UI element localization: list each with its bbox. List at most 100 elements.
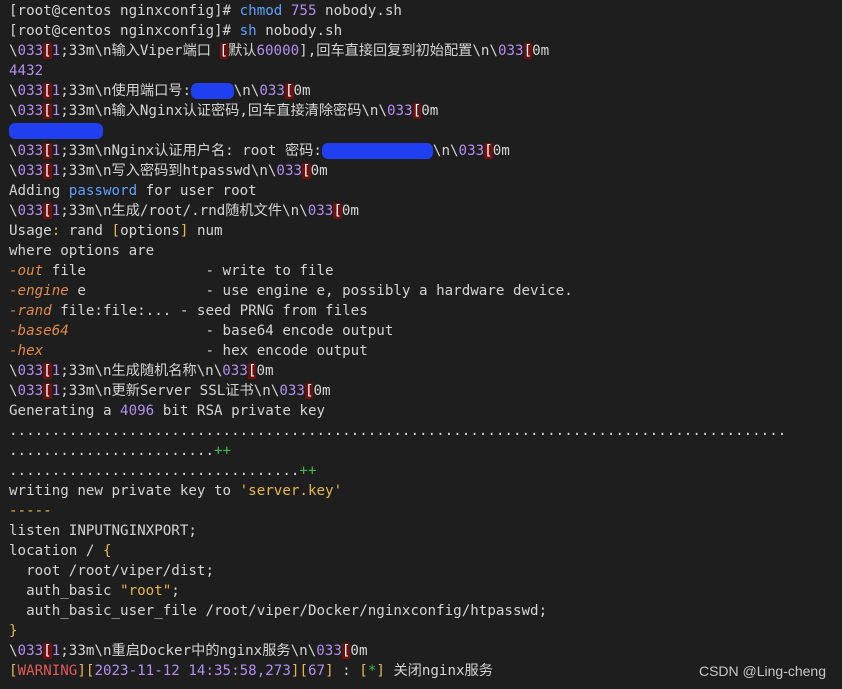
terminal-text-segment: \	[9, 383, 18, 399]
terminal-text-segment: 033	[316, 643, 342, 659]
terminal-text-segment: 033	[387, 103, 413, 119]
terminal-line: \033[1;33m\n更新Server SSL证书\n\033[0m	[9, 381, 842, 401]
terminal-line: Generating a 4096 bit RSA private key	[9, 401, 842, 421]
terminal-text-segment: -out	[9, 263, 44, 279]
terminal-text-segment: 0m	[310, 163, 328, 179]
terminal-text-segment: \n\	[432, 143, 459, 159]
terminal-text-segment: -engine	[9, 283, 69, 299]
terminal-text-segment: 关闭nginx服务	[384, 663, 493, 679]
terminal-line: \033[1;33m\n生成/root/.rnd随机文件\n\033[0m	[9, 201, 842, 221]
terminal-text-segment: [	[484, 143, 493, 159]
terminal-text-segment: 4432	[9, 63, 44, 79]
terminal-text-segment: }	[9, 623, 18, 639]
terminal-text-segment: ;33m\n使用端口号:	[60, 83, 191, 99]
terminal-text-segment: :	[51, 223, 61, 239]
terminal-text-segment: 033	[222, 363, 248, 379]
terminal-text-segment: 67	[308, 663, 326, 679]
terminal-text-segment: ][	[77, 663, 95, 679]
terminal-line: [root@centos nginxconfig]# chmod 755 nob…	[9, 1, 842, 21]
terminal-text-segment: \	[9, 643, 18, 659]
terminal-line: Usage: rand [options] num	[9, 221, 842, 241]
terminal-text-segment: 0m	[256, 363, 274, 379]
terminal-text-segment: [	[43, 383, 52, 399]
terminal-text-segment: [	[43, 643, 52, 659]
terminal-text-segment: for user root	[137, 183, 257, 199]
terminal-text-segment: 033	[307, 203, 334, 219]
terminal-text-segment: ;33m\n生成随机名称\n\	[60, 363, 223, 379]
terminal-line: 4432	[9, 61, 842, 81]
terminal-line: \033[1;33m\nNginx认证用户名: root 密码: \n\033[…	[9, 141, 842, 161]
terminal-text-segment: 033	[17, 363, 44, 379]
terminal-text-segment: Adding	[9, 183, 69, 199]
terminal-text-segment: 4096	[120, 403, 155, 419]
terminal-text-segment: bit RSA private key	[154, 403, 326, 419]
terminal-line: root /root/viper/dist;	[9, 561, 842, 581]
terminal-text-segment: ;	[171, 583, 180, 599]
terminal-text-segment: [	[43, 203, 52, 219]
terminal-line: \033[1;33m\n使用端口号: \n\033[0m	[9, 81, 842, 101]
terminal-text-segment: ;33m\n输入Nginx认证密码,回车直接清除密码\n\	[60, 103, 388, 119]
terminal-text-segment: 1	[51, 143, 61, 159]
terminal-text-segment: [	[43, 363, 52, 379]
terminal-text-segment: "root"	[120, 583, 172, 599]
terminal-text-segment: -hex	[9, 343, 44, 359]
terminal-line: ........................++	[9, 441, 842, 461]
terminal-text-segment: ;33m\n更新Server SSL证书\n\	[60, 383, 280, 399]
terminal-text-segment: auth_basic	[9, 583, 121, 599]
terminal-text-segment: 1	[51, 203, 61, 219]
terminal-text-segment: [	[43, 43, 52, 59]
terminal-output[interactable]: [root@centos nginxconfig]# chmod 755 nob…	[0, 0, 842, 689]
terminal-text-segment: ;33m\n重启Docker中的nginx服务\n\	[60, 643, 317, 659]
terminal-text-segment: ;33m\nNginx认证用户名: root 密码:	[60, 143, 322, 159]
terminal-text-segment: file:file:... - seed PRNG from files	[51, 303, 368, 319]
terminal-line: -rand file:file:... - seed PRNG from fil…	[9, 301, 842, 321]
terminal-text-segment: 033	[17, 643, 44, 659]
terminal-text-segment: ]	[376, 663, 385, 679]
terminal-text-segment: \	[9, 43, 18, 59]
terminal-text-segment: ;33m\n生成/root/.rnd随机文件\n\	[60, 203, 308, 219]
redacted-text	[191, 83, 234, 99]
terminal-text-segment: chmod	[239, 3, 283, 19]
terminal-text-segment: [	[111, 223, 121, 239]
terminal-line: \033[1;33m\n输入Viper端口 [默认60000],回车直接回复到初…	[9, 41, 842, 61]
terminal-text-segment: rand	[60, 223, 112, 239]
terminal-line: auth_basic "root";	[9, 581, 842, 601]
csdn-watermark: CSDN @Ling-cheng	[698, 663, 826, 679]
terminal-text-segment: file - write to file	[43, 263, 334, 279]
terminal-text-segment: listen INPUTNGINXPORT;	[9, 523, 197, 539]
terminal-text-segment: 033	[279, 383, 305, 399]
terminal-text-segment: 0m	[492, 143, 510, 159]
terminal-line: \033[1;33m\n写入密码到htpasswd\n\033[0m	[9, 161, 842, 181]
terminal-text-segment: writing new private key to	[9, 483, 240, 499]
terminal-line: auth_basic_user_file /root/viper/Docker/…	[9, 601, 842, 621]
terminal-text-segment: ;33m\n写入密码到htpasswd\n\	[60, 163, 277, 179]
terminal-text-segment: 0m	[313, 383, 331, 399]
terminal-text-segment: 2023-11-12 14:35:58,273	[94, 663, 291, 679]
terminal-text-segment: Usage	[9, 223, 52, 239]
terminal-text-segment: [	[333, 203, 342, 219]
terminal-line: -out file - write to file	[9, 261, 842, 281]
terminal-text-segment: 0m	[293, 83, 311, 99]
terminal-line: [root@centos nginxconfig]# sh nobody.sh	[9, 21, 842, 41]
terminal-text-segment: auth_basic_user_file /root/viper/Docker/…	[9, 603, 548, 619]
terminal-text-segment: [	[43, 83, 52, 99]
terminal-line: location / {	[9, 541, 842, 561]
terminal-text-segment: \	[9, 143, 18, 159]
terminal-text-segment: sh	[239, 23, 257, 39]
terminal-text-segment: 0m	[341, 203, 359, 219]
terminal-text-segment: [	[9, 663, 18, 679]
terminal-text-segment: num	[188, 223, 223, 239]
terminal-text-segment: 默认	[228, 43, 257, 59]
redacted-text	[9, 123, 103, 139]
terminal-text-segment: 033	[17, 43, 44, 59]
terminal-text-segment: [	[302, 163, 311, 179]
terminal-text-segment: nobody.sh	[256, 23, 343, 39]
terminal-text-segment: root /root/viper/dist;	[9, 563, 214, 579]
terminal-text-segment: 'server.key'	[239, 483, 343, 499]
terminal-text-segment: 1	[51, 163, 61, 179]
terminal-text-segment: options	[120, 223, 180, 239]
terminal-text-segment: 0m	[532, 43, 550, 59]
terminal-text-segment: 033	[458, 143, 485, 159]
terminal-text-segment: 0m	[421, 103, 439, 119]
